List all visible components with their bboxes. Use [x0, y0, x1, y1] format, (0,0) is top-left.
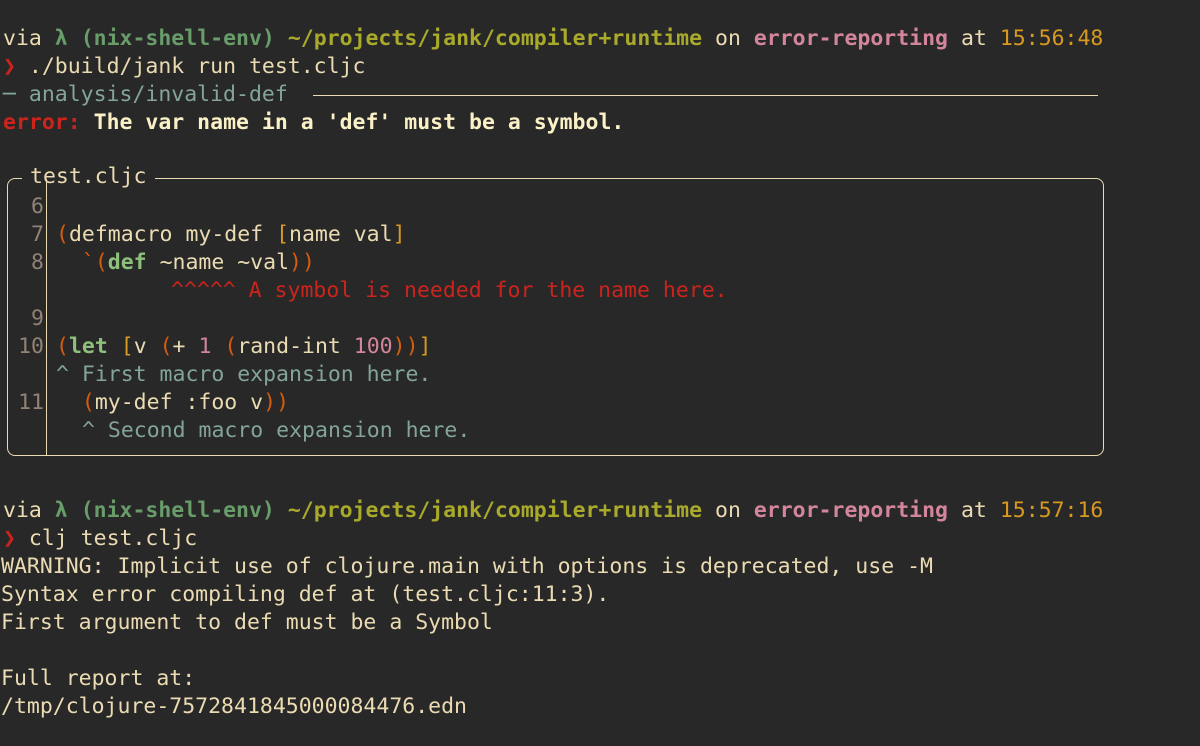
line-number: 6: [31, 194, 44, 219]
code-line: (let [v (+ 1 (rand-int 100))]: [56, 334, 432, 359]
prompt-path: ~/projects/jank/compiler+runtime: [287, 498, 703, 523]
code-line: `(def ~name ~val)): [81, 250, 315, 275]
command-line-1[interactable]: ❯ ./build/jank run test.cljc: [3, 53, 365, 81]
line-number: 9: [31, 306, 44, 331]
lambda-icon: λ: [54, 498, 68, 523]
line-number: 7: [31, 222, 44, 247]
prompt-branch: error-reporting: [753, 498, 949, 523]
command-text: clj test.cljc: [28, 526, 198, 551]
error-category: analysis/invalid-def: [28, 82, 288, 107]
error-message-line: error: The var name in a 'def' must be a…: [3, 109, 624, 137]
error-message: The var name in a 'def' must be a symbol…: [93, 110, 625, 135]
code-line: (my-def :foo v)): [81, 390, 290, 415]
prompt-env: (nix-shell-env): [80, 26, 275, 51]
command-text: ./build/jank run test.cljc: [28, 54, 366, 79]
error-header-rule: [313, 95, 1098, 96]
prompt-line-2: via λ (nix-shell-env) ~/projects/jank/co…: [3, 497, 1103, 525]
output-line: Full report at:: [1, 666, 196, 691]
prompt-via: via: [3, 498, 42, 523]
prompt-arrow-icon: ❯: [3, 526, 16, 551]
expansion-note: ^ Second macro expansion here.: [82, 418, 471, 443]
prompt-time: 15:56:48: [999, 26, 1104, 51]
lambda-icon: λ: [54, 26, 68, 51]
output-line: WARNING: Implicit use of clojure.main wi…: [1, 554, 933, 579]
report-path[interactable]: /tmp/clojure-7572841845000084476.edn: [1, 693, 467, 721]
prompt-at: at: [960, 498, 987, 523]
prompt-arrow-icon: ❯: [3, 54, 16, 79]
line-number: 10: [18, 334, 44, 359]
error-annotation: ^^^^^ A symbol is needed for the name he…: [171, 278, 728, 303]
error-label: error:: [3, 110, 81, 135]
error-category-line: ─ analysis/invalid-def: [3, 82, 288, 107]
source-snippet-box: test.cljc 6 7 (defmacro my-def [name val…: [7, 163, 1104, 456]
source-file-title: test.cljc: [22, 163, 155, 191]
expansion-note: ^ First macro expansion here.: [56, 362, 432, 387]
prompt-line-1: via λ (nix-shell-env) ~/projects/jank/co…: [3, 25, 1103, 53]
prompt-on: on: [715, 498, 741, 523]
line-number: 11: [18, 390, 44, 415]
prompt-on: on: [715, 26, 741, 51]
output-line: Syntax error compiling def at (test.cljc…: [1, 582, 610, 607]
prompt-time: 15:57:16: [999, 498, 1104, 523]
line-number: 8: [31, 250, 44, 275]
gutter-divider: [46, 179, 47, 455]
code-line: (defmacro my-def [name val]: [56, 222, 406, 247]
command-line-2[interactable]: ❯ clj test.cljc: [3, 525, 197, 553]
prompt-env: (nix-shell-env): [80, 498, 275, 523]
prompt-path: ~/projects/jank/compiler+runtime: [287, 26, 703, 51]
output-line: First argument to def must be a Symbol: [1, 610, 493, 635]
prompt-branch: error-reporting: [753, 26, 949, 51]
prompt-at: at: [960, 26, 987, 51]
prompt-via: via: [3, 26, 42, 51]
